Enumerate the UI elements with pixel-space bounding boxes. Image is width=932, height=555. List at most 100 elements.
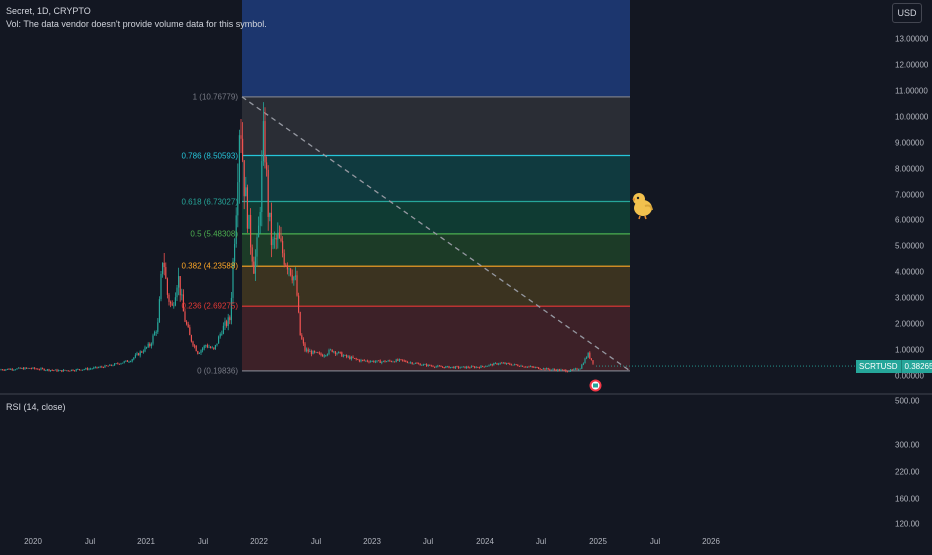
candle-body [384, 360, 386, 362]
candle-body [6, 368, 8, 370]
candle-body [16, 368, 18, 370]
candle-body [528, 366, 530, 368]
candle-body [170, 301, 172, 304]
candle-body [82, 369, 84, 371]
fib-level-label: 0 (0.19836) [197, 366, 238, 376]
candle-body [370, 361, 372, 363]
candle-body [318, 352, 320, 354]
candle-body [50, 370, 52, 371]
candle-body [64, 369, 66, 371]
price-axis-label: 4.00000 [895, 267, 924, 277]
candle-body [314, 350, 316, 353]
candle-body [414, 363, 416, 364]
candle-body [278, 232, 280, 239]
time-axis-label: Jul [535, 537, 547, 546]
candle-body [485, 366, 487, 368]
candle-body [418, 363, 420, 365]
candle-body [290, 268, 292, 275]
candle-body [301, 335, 303, 340]
candle-body [517, 364, 519, 367]
pane-separator[interactable] [0, 393, 932, 395]
time-axis-label: 2020 [24, 537, 42, 546]
candle-body [114, 363, 116, 366]
currency-button[interactable]: USD [892, 3, 922, 23]
candle-body [352, 356, 354, 359]
candle-body [0, 369, 2, 371]
candle-body [339, 351, 341, 353]
candle-body [107, 365, 109, 367]
chart-canvas[interactable] [0, 0, 890, 550]
candle-body [154, 332, 156, 336]
candle-body [134, 354, 136, 358]
candle-body [299, 311, 301, 336]
candle-body [245, 187, 247, 197]
candle-body [163, 262, 165, 268]
candle-body [394, 361, 396, 363]
price-axis-label: 8.00000 [895, 164, 924, 174]
candle-body [211, 347, 213, 349]
price-axis-label: 5.00000 [895, 241, 924, 251]
candle-body [509, 363, 511, 365]
candle-body [422, 364, 424, 366]
candle-body [261, 161, 263, 213]
candle-body [363, 360, 365, 361]
candle-body [238, 135, 240, 183]
candle-body [192, 341, 194, 346]
candle-body [130, 361, 132, 363]
candle-body [77, 369, 79, 370]
candle-body [27, 367, 29, 369]
candle-body [472, 366, 474, 368]
candle-body [37, 368, 39, 370]
candle-body [75, 369, 77, 371]
candle-body [410, 362, 412, 364]
candle-body [298, 295, 300, 312]
candle-body [264, 121, 266, 163]
candle-body [501, 362, 503, 364]
candle-body [70, 369, 72, 371]
chick-icon[interactable] [628, 190, 656, 220]
candle-body [176, 287, 178, 298]
candle-body [366, 360, 368, 362]
candle-body [512, 364, 514, 366]
candle-body [438, 365, 440, 367]
candle-body [43, 368, 45, 371]
candle-body [342, 355, 344, 357]
symbol-legend[interactable]: Secret, 1D, CRYPTO [6, 6, 91, 16]
candle-body [426, 364, 428, 367]
candle-body [454, 366, 456, 369]
candle-body [310, 350, 312, 355]
candle-body [40, 368, 42, 370]
price-axis-label: 11.00000 [895, 86, 928, 96]
time-axis-label: Jul [422, 537, 434, 546]
candle-body [555, 369, 557, 371]
candle-body [282, 241, 284, 254]
fib-level-label: 0.236 (2.69275) [181, 301, 239, 311]
candle-body [80, 369, 82, 371]
price-axis-label: 12.00000 [895, 60, 929, 70]
candle-body [101, 366, 103, 368]
price-chart-pane[interactable] [0, 0, 890, 550]
rsi-title[interactable]: RSI (14, close) [6, 402, 66, 412]
candle-body [565, 369, 567, 372]
candle-body [270, 212, 272, 246]
event-flag-icon[interactable] [589, 379, 602, 392]
candle-body [200, 350, 202, 354]
time-axis-label: 2024 [476, 537, 494, 546]
candle-body [581, 364, 583, 369]
candle-body [104, 365, 106, 368]
candle-body [208, 347, 210, 348]
candle-body [2, 369, 4, 371]
candle-body [467, 366, 469, 368]
candle-body [373, 360, 375, 363]
candle-body [221, 333, 223, 335]
candle-body [560, 369, 562, 371]
candle-body [205, 345, 207, 347]
candle-body [536, 367, 538, 369]
candle-body [496, 363, 498, 365]
candle-body [390, 360, 392, 362]
candle-body [51, 370, 53, 371]
fib-zone-top [242, 0, 630, 97]
rsi-axis-label: 120.00 [895, 519, 920, 529]
candle-body [165, 267, 167, 279]
candle-body [213, 347, 215, 349]
